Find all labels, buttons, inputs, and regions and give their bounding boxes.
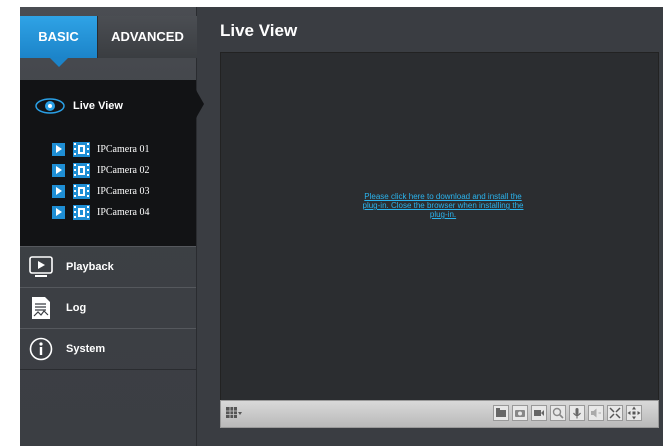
camera-item[interactable]: IPCamera 03 xyxy=(52,183,150,200)
tab-basic[interactable]: BASIC xyxy=(20,16,97,67)
sidebar-item-system[interactable]: System xyxy=(20,328,196,370)
sidebar: BASIC ADVANCED Live View IPCamera 01 IPC… xyxy=(20,7,204,446)
camera-label: IPCamera 01 xyxy=(97,144,150,155)
camera-item[interactable]: IPCamera 02 xyxy=(52,162,150,179)
microphone-icon[interactable] xyxy=(569,405,585,421)
snapshot-icon[interactable] xyxy=(512,405,528,421)
film-icon xyxy=(73,205,90,220)
play-icon xyxy=(52,185,65,198)
video-toolbar xyxy=(220,400,659,428)
sidebar-item-log[interactable]: Log xyxy=(20,287,196,329)
fullscreen-exit-icon[interactable] xyxy=(607,405,623,421)
film-icon xyxy=(73,163,90,178)
ptz-icon[interactable] xyxy=(626,405,642,421)
camera-item[interactable]: IPCamera 04 xyxy=(52,204,150,221)
page-title: Live View xyxy=(220,21,298,40)
film-icon xyxy=(73,142,90,157)
camera-item[interactable]: IPCamera 01 xyxy=(52,141,150,158)
camera-label: IPCamera 02 xyxy=(97,165,150,176)
sidebar-item-playback[interactable]: Playback xyxy=(20,246,196,288)
snapshot-folder-icon[interactable] xyxy=(493,405,509,421)
play-icon xyxy=(52,164,65,177)
mode-tabs: BASIC ADVANCED xyxy=(20,16,197,67)
sidebar-item-live-view[interactable]: Live View xyxy=(35,94,123,118)
camera-label: IPCamera 04 xyxy=(97,207,150,218)
record-icon[interactable] xyxy=(531,405,547,421)
camera-label: IPCamera 03 xyxy=(97,186,150,197)
app-frame: BASIC ADVANCED Live View IPCamera 01 IPC… xyxy=(20,7,663,446)
system-label: System xyxy=(66,343,106,355)
playback-label: Playback xyxy=(66,261,114,273)
film-icon xyxy=(73,184,90,199)
log-label: Log xyxy=(66,302,87,314)
live-view-panel: Live View IPCamera 01 IPCamera 02 IPCame… xyxy=(20,80,204,246)
layout-icon[interactable] xyxy=(226,407,242,419)
playback-icon xyxy=(29,256,53,277)
speaker-icon[interactable] xyxy=(588,405,604,421)
play-icon xyxy=(52,206,65,219)
info-icon xyxy=(29,337,53,361)
play-icon xyxy=(52,143,65,156)
log-icon xyxy=(32,297,50,319)
tab-advanced[interactable]: ADVANCED xyxy=(97,16,197,58)
zoom-icon[interactable] xyxy=(550,405,566,421)
eye-icon xyxy=(35,98,65,114)
live-view-label: Live View xyxy=(73,100,123,112)
plugin-download-link[interactable]: Please click here to download and instal… xyxy=(358,192,528,219)
video-viewport: Please click here to download and instal… xyxy=(220,52,659,401)
